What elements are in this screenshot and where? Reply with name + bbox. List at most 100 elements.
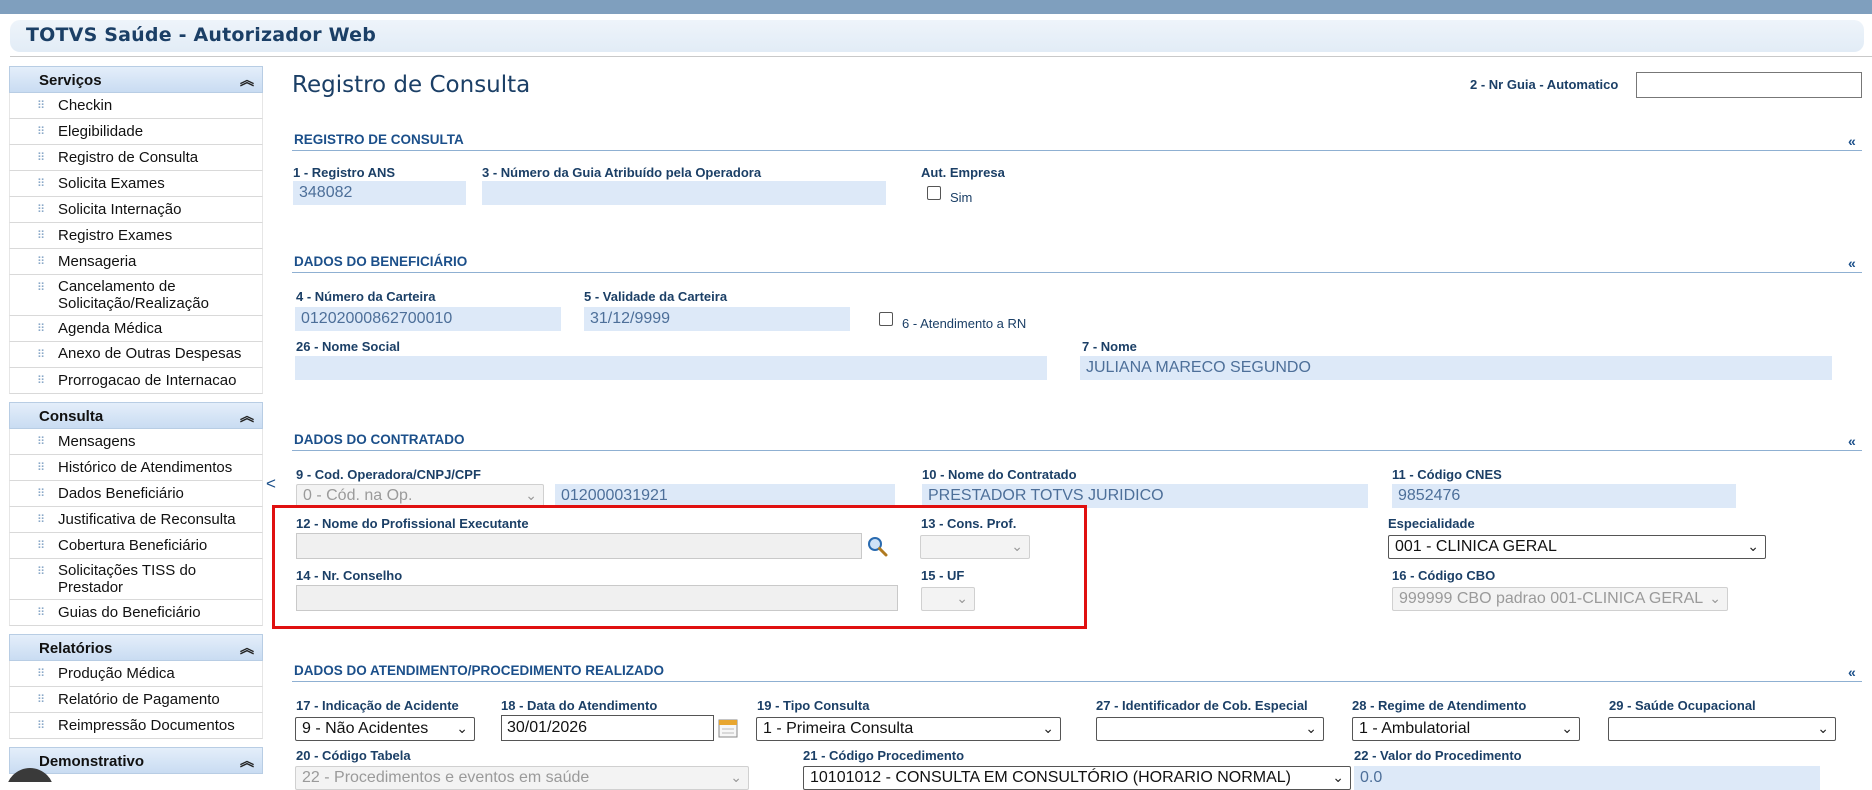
- sidebar-item-label: Prorrogacao de Internacao: [58, 372, 237, 389]
- chevron-down-icon: ⌄: [525, 487, 537, 503]
- select-value: 1 - Primeira Consulta: [763, 720, 914, 737]
- menu-section-servicos: Serviços ︽ ⠿ Checkin ⠿ Elegibilidade ⠿ Regi…: [9, 66, 263, 394]
- sidebar-item-prorrogacao[interactable]: ⠿ Prorrogacao de Internacao: [9, 368, 263, 394]
- section-collapse-atendimento[interactable]: «: [1848, 664, 1856, 680]
- nome-contratado-label: 10 - Nome do Contratado: [922, 467, 1077, 482]
- nome-field: JULIANA MARECO SEGUNDO: [1080, 356, 1832, 380]
- sidebar-item-label: Produção Médica: [58, 665, 175, 682]
- chevron-down-icon: ⌄: [1709, 590, 1721, 606]
- sidebar-collapse-button[interactable]: <: [266, 474, 276, 494]
- section-divider: [292, 681, 1862, 682]
- sidebar-item-registro-consulta[interactable]: ⠿ Registro de Consulta: [9, 145, 263, 171]
- tabela-select: 22 - Procedimentos e eventos em saúde ⌄: [295, 766, 749, 790]
- menu-header-servicos[interactable]: Serviços ︽: [9, 66, 263, 93]
- menu-header-consulta[interactable]: Consulta ︽: [9, 402, 263, 429]
- tipo-consulta-select[interactable]: 1 - Primeira Consulta ⌄: [756, 717, 1061, 741]
- double-chevron-up-icon[interactable]: ︽: [240, 70, 254, 90]
- cnes-field: 9852476: [1392, 484, 1736, 508]
- bullet-icon: ⠿: [37, 323, 46, 335]
- sidebar-item-cancelamento[interactable]: ⠿ Cancelamento de Solicitação/Realização: [9, 275, 263, 316]
- section-title-atendimento: DADOS DO ATENDIMENTO/PROCEDIMENTO REALIZ…: [294, 663, 665, 678]
- sidebar-item-label: Solicitações TISS do Prestador: [58, 562, 197, 596]
- select-value: 9 - Não Acidentes: [302, 720, 429, 737]
- data-input[interactable]: 30/01/2026: [501, 715, 714, 741]
- sidebar-item-relatorio-pagamento[interactable]: ⠿ Relatório de Pagamento: [9, 687, 263, 713]
- bullet-icon: ⠿: [37, 349, 46, 361]
- guia-input[interactable]: [1636, 72, 1862, 98]
- sidebar-item-elegibilidade[interactable]: ⠿ Elegibilidade: [9, 119, 263, 145]
- page-title: Registro de Consulta: [292, 72, 531, 98]
- cob-especial-select[interactable]: ⌄: [1096, 717, 1324, 741]
- procedimento-select[interactable]: 10101012 - CONSULTA EM CONSULTÓRIO (HORA…: [803, 766, 1351, 790]
- sidebar-item-label: Agenda Médica: [58, 320, 163, 337]
- sidebar-item-label: Mensageria: [58, 253, 137, 270]
- sidebar-item-justificativa[interactable]: ⠿ Justificativa de Reconsulta: [9, 507, 263, 533]
- carteira-label: 4 - Número da Carteira: [296, 289, 436, 304]
- double-chevron-up-icon[interactable]: ︽: [240, 638, 254, 658]
- menu-header-label: Relatórios: [39, 640, 113, 657]
- chevron-down-icon: ⌄: [1561, 720, 1573, 736]
- sidebar-item-solicita-exames[interactable]: ⠿ Solicita Exames: [9, 171, 263, 197]
- sidebar-item-solicita-internacao[interactable]: ⠿ Solicita Internação: [9, 197, 263, 223]
- aut-empresa-checkbox[interactable]: [927, 186, 941, 200]
- menu-section-relatorios: Relatórios ︽ ⠿ Produção Médica ⠿ Relatório…: [9, 634, 263, 739]
- sidebar-item-mensagens[interactable]: ⠿ Mensagens: [9, 429, 263, 455]
- regime-select[interactable]: 1 - Ambulatorial ⌄: [1352, 717, 1580, 741]
- menu-header-label: Consulta: [39, 408, 104, 425]
- sidebar-item-label: Reimpressão Documentos: [58, 717, 235, 734]
- sidebar-item-dados-beneficiario[interactable]: ⠿ Dados Beneficiário: [9, 481, 263, 507]
- bullet-icon: ⠿: [37, 256, 46, 268]
- sidebar-item-checkin[interactable]: ⠿ Checkin: [9, 93, 263, 119]
- section-collapse-registro[interactable]: «: [1848, 133, 1856, 149]
- double-chevron-up-icon[interactable]: ︽: [240, 751, 254, 771]
- nome-social-label: 26 - Nome Social: [296, 339, 401, 354]
- acidente-select[interactable]: 9 - Não Acidentes ⌄: [295, 717, 475, 741]
- sidebar-item-reimpressao[interactable]: ⠿ Reimpressão Documentos: [9, 713, 263, 739]
- calendar-icon[interactable]: [718, 717, 738, 739]
- sidebar-item-cobertura[interactable]: ⠿ Cobertura Beneficiário: [9, 533, 263, 559]
- section-collapse-beneficiario[interactable]: «: [1848, 255, 1856, 271]
- sidebar-item-guias[interactable]: ⠿ Guias do Beneficiário: [9, 600, 263, 626]
- partial-avatar-icon: [8, 768, 52, 782]
- atendimento-rn-label: 6 - Atendimento a RN: [902, 316, 1027, 331]
- especialidade-select[interactable]: 001 - CLINICA GERAL ⌄: [1388, 535, 1766, 559]
- bullet-icon: ⠿: [37, 230, 46, 242]
- double-chevron-up-icon[interactable]: ︽: [240, 406, 254, 426]
- numero-guia-field[interactable]: [482, 181, 886, 205]
- select-value: 1 - Ambulatorial: [1359, 720, 1471, 737]
- menu-header-relatorios[interactable]: Relatórios ︽: [9, 634, 263, 661]
- section-title-registro: REGISTRO DE CONSULTA: [294, 132, 464, 147]
- atendimento-rn-checkbox[interactable]: [879, 312, 893, 326]
- sidebar-item-producao-medica[interactable]: ⠿ Produção Médica: [9, 661, 263, 687]
- section-collapse-contratado[interactable]: «: [1848, 433, 1856, 449]
- sidebar-item-mensageria[interactable]: ⠿ Mensageria: [9, 249, 263, 275]
- window-top-strip: [0, 0, 1872, 14]
- acidente-label: 17 - Indicação de Acidente: [296, 698, 459, 713]
- section-divider: [292, 272, 1862, 273]
- bullet-icon: ⠿: [37, 514, 46, 526]
- sidebar-item-anexo-despesas[interactable]: ⠿ Anexo de Outras Despesas: [9, 342, 263, 368]
- sidebar-item-label: Cobertura Beneficiário: [58, 537, 208, 554]
- sidebar-item-registro-exames[interactable]: ⠿ Registro Exames: [9, 223, 263, 249]
- select-value: 22 - Procedimentos e eventos em saúde: [302, 769, 590, 786]
- app-title: TOTVS Saúde - Autorizador Web: [26, 24, 377, 46]
- cob-especial-label: 27 - Identificador de Cob. Especial: [1096, 698, 1308, 713]
- sidebar-item-label: Solicita Internação: [58, 201, 182, 218]
- sidebar-item-agenda-medica[interactable]: ⠿ Agenda Médica: [9, 316, 263, 342]
- chevron-down-icon: ⌄: [1747, 538, 1759, 554]
- saude-ocupacional-select[interactable]: ⌄: [1608, 717, 1836, 741]
- chevron-down-icon: ⌄: [1305, 720, 1317, 736]
- validade-field: 31/12/9999: [584, 307, 850, 331]
- sim-label: Sim: [950, 190, 973, 205]
- tipo-consulta-label: 19 - Tipo Consulta: [757, 698, 870, 713]
- sidebar-item-label: Registro de Consulta: [58, 149, 199, 166]
- sidebar-item-label: Relatório de Pagamento: [58, 691, 220, 708]
- select-value: 0 - Cód. na Op.: [303, 487, 413, 504]
- menu-section-consulta: Consulta ︽ ⠿ Mensagens ⠿ Histórico de Aten…: [9, 402, 263, 626]
- bullet-icon: ⠿: [37, 566, 46, 578]
- sidebar-item-historico[interactable]: ⠿ Histórico de Atendimentos: [9, 455, 263, 481]
- app-frame: [0, 14, 1872, 782]
- sidebar-item-solicitacoes-tiss[interactable]: ⠿ Solicitações TISS do Prestador: [9, 559, 263, 600]
- chevron-down-icon: ⌄: [1817, 720, 1829, 736]
- select-value: 999999 CBO padrao 001-CLINICA GERAL: [1399, 590, 1704, 607]
